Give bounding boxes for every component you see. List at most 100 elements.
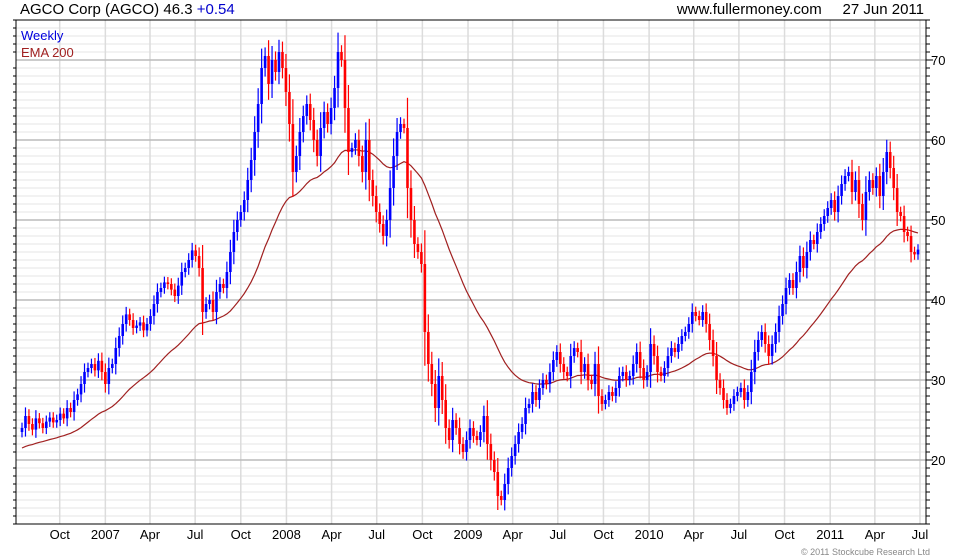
candle-body: [763, 332, 767, 344]
candle-body: [486, 416, 489, 444]
candle-body: [496, 472, 500, 496]
candle-body: [718, 380, 722, 388]
candle-body: [156, 292, 159, 304]
x-tick-label: Oct: [412, 527, 433, 542]
candle-body: [767, 344, 770, 356]
candle-body: [409, 188, 413, 220]
candle-body: [34, 418, 38, 430]
candle-body: [871, 180, 875, 188]
candle-body: [430, 364, 434, 384]
candle-body: [159, 288, 163, 292]
candle-body: [670, 348, 673, 356]
candle-body: [857, 180, 861, 204]
candle-body: [597, 364, 600, 396]
candle-body: [475, 436, 479, 440]
candle-body: [684, 332, 687, 336]
candle-body: [756, 340, 760, 352]
candle-body: [24, 416, 27, 428]
y-tick-label: 20: [931, 453, 945, 468]
y-tick-label: 40: [931, 293, 945, 308]
candle-body: [746, 392, 750, 400]
candle-body: [406, 128, 409, 188]
candle-body: [194, 250, 197, 256]
candle-body: [288, 92, 291, 124]
candle-body: [187, 260, 190, 268]
candle-body: [347, 108, 350, 152]
candle-body: [270, 60, 274, 84]
candle-body: [836, 196, 840, 212]
candle-body: [663, 368, 666, 376]
candle-body: [416, 244, 420, 252]
site-link[interactable]: www.fullermoney.com: [677, 1, 822, 18]
candle-body: [472, 428, 475, 436]
candle-body: [218, 284, 222, 292]
candle-body: [777, 316, 781, 332]
price-chart: Oct 2007 Apr Jul Oct 2008 Apr Jul Oct 2009 Apr Jul O…: [13, 19, 945, 542]
candle-body: [593, 364, 597, 384]
candle-body: [680, 336, 684, 344]
candle-body: [909, 236, 913, 252]
candle-body: [354, 140, 357, 148]
x-tick-label: Oct: [774, 527, 795, 542]
candle-body: [329, 108, 333, 124]
candle-body: [736, 392, 739, 396]
x-tick-label: Jul: [550, 527, 567, 542]
candle-body: [41, 423, 45, 428]
candle-body: [635, 352, 638, 364]
candle-body: [38, 418, 41, 424]
candle-body: [45, 421, 48, 428]
candle-body: [222, 284, 225, 288]
candle-body: [541, 380, 545, 388]
y-tick-label: 30: [931, 373, 945, 388]
candle-body: [815, 232, 819, 244]
candle-body: [437, 376, 441, 408]
candle-body: [135, 325, 138, 328]
candle-body: [503, 484, 507, 500]
candle-body: [131, 320, 135, 328]
candle-body: [246, 180, 250, 200]
candle-body: [739, 388, 743, 392]
candle-body: [562, 364, 566, 372]
candle-body: [388, 188, 392, 220]
candle-body: [256, 104, 260, 132]
candle-body: [229, 252, 232, 272]
candle-body: [208, 300, 211, 304]
price-change: +0.54: [196, 1, 235, 18]
candle-body: [725, 400, 729, 408]
candle-body: [170, 284, 173, 290]
candle-body: [558, 352, 562, 364]
candle-body: [604, 400, 607, 404]
candle-body: [802, 256, 805, 268]
candle-body: [652, 344, 656, 356]
candle-body: [305, 104, 309, 116]
candle-body: [881, 172, 885, 196]
candle-body: [638, 352, 642, 368]
candle-body: [176, 285, 180, 296]
x-tick-label: Oct: [50, 527, 71, 542]
candle-body: [336, 52, 340, 88]
candle-body: [142, 322, 145, 331]
candle-body: [350, 148, 354, 152]
candle-body: [239, 212, 243, 220]
candle-body: [27, 416, 31, 424]
candle-body: [479, 432, 482, 440]
candle-body: [281, 52, 284, 68]
candle-body: [552, 360, 555, 372]
candle-body: [433, 384, 437, 408]
candle-body: [621, 372, 625, 376]
candle-body: [753, 352, 757, 372]
candle-body: [760, 332, 764, 340]
candle-body: [531, 392, 534, 404]
candle-body: [427, 332, 430, 364]
candle-body: [225, 272, 229, 288]
candle-body: [326, 112, 329, 124]
candle-body: [315, 140, 319, 156]
chart-title: AGCO Corp (AGCO) 46.3 +0.54: [20, 1, 235, 18]
candle-body: [76, 394, 79, 400]
candle-body: [493, 460, 496, 472]
candle-body: [298, 132, 302, 156]
candle-body: [833, 200, 836, 212]
candle-body: [201, 268, 204, 312]
candle-body: [902, 216, 906, 232]
candle-body: [829, 200, 833, 208]
